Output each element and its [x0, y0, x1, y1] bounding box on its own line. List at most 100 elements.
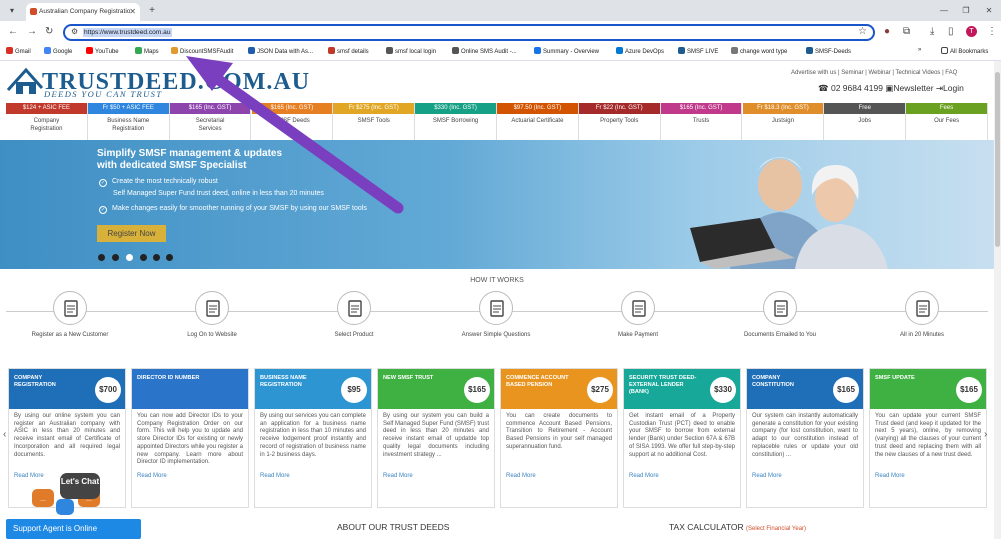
bookmark-item[interactable]: DiscountSMSFAudit [171, 47, 233, 55]
service-item[interactable]: Fees Our Fees [906, 103, 988, 140]
maximize-icon[interactable]: ❐ [959, 0, 973, 21]
read-more-link[interactable]: Read More [624, 473, 740, 479]
service-name: Business Name Registration [107, 118, 150, 132]
reload-icon[interactable]: ↻ [45, 24, 53, 40]
tax-calculator-heading: TAX CALCULATOR (Select Financial Year) [669, 522, 806, 532]
bookmark-star-icon[interactable]: ☆ [858, 26, 867, 37]
site-info-icon[interactable]: ⚙ [71, 27, 78, 36]
service-item[interactable]: $165 (Inc. GST) Trusts [660, 103, 743, 140]
browser-tab[interactable]: Australian Company Registratio ✕ [26, 3, 140, 21]
side-panel-icon[interactable]: ▯ [948, 24, 954, 40]
extensions-puzzle-icon[interactable]: ⧉ [903, 24, 910, 40]
product-card[interactable]: NEW SMSF TRUST $165 By using our system yo… [377, 368, 495, 508]
read-more-link[interactable]: Read More [501, 473, 617, 479]
card-header: DIRECTOR ID NUMBER [132, 369, 248, 409]
svg-text:...: ... [40, 496, 46, 503]
card-header: COMPANY REGISTRATION $700 [9, 369, 125, 409]
service-item[interactable]: $124 + ASIC FEE Company Registration [6, 103, 88, 140]
product-card[interactable]: SECURITY TRUST DEED-EXTERNAL LENDER (BAN… [623, 368, 741, 508]
bookmark-item[interactable]: Summary - Overview [534, 47, 599, 55]
bookmark-item[interactable]: smsf local login [386, 47, 436, 55]
all-bookmarks-button[interactable]: All Bookmarks [941, 47, 988, 55]
profile-avatar[interactable]: T [966, 26, 977, 37]
service-item[interactable]: $165 (Inc. GST) SMSF Deeds [251, 103, 334, 140]
bookmark-favicon-icon [534, 47, 541, 54]
how-step: Documents Emailed to You [740, 291, 820, 339]
register-now-button[interactable]: Register Now [97, 225, 166, 242]
bookmark-item[interactable]: change word type [731, 47, 787, 55]
carousel-dot[interactable] [166, 254, 173, 261]
read-more-link[interactable]: Read More [747, 473, 863, 479]
service-price: Fr $50 + ASIC FEE [87, 103, 169, 114]
service-item[interactable]: Fr $22 (Inc. GST) Property Tools [578, 103, 661, 140]
service-item[interactable]: Free Jobs [824, 103, 907, 140]
trustdeed-logo-icon [6, 67, 44, 94]
product-card[interactable]: COMPANY CONSTITUTION $165 Our system can i… [746, 368, 864, 508]
product-card[interactable]: SMSF UPDATE $165 You can update your curre… [869, 368, 987, 508]
bookmark-label: Maps [144, 49, 159, 55]
lets-chat-icon[interactable]: Let's Chat ... ... [30, 471, 120, 521]
how-step: Register as a New Customer [30, 291, 110, 339]
back-icon[interactable]: ← [8, 24, 18, 40]
download-icon[interactable]: ⤓ [930, 24, 934, 40]
phone-number[interactable]: 02 9684 4199 [831, 83, 883, 93]
close-tab-icon[interactable]: ✕ [129, 3, 136, 21]
bookmark-favicon-icon [171, 47, 178, 54]
carousel-dot[interactable] [140, 254, 147, 261]
carousel-dot[interactable] [98, 254, 105, 261]
carousel-dot[interactable] [112, 254, 119, 261]
carousel-dot-active[interactable] [126, 254, 133, 261]
product-card[interactable]: COMMENCE ACCOUNT BASED PENSION $275 You ca… [500, 368, 618, 508]
tax-year-select[interactable]: (Select Financial Year) [746, 526, 806, 532]
carousel-dot[interactable] [153, 254, 160, 261]
bookmark-item[interactable]: YouTube [86, 47, 119, 55]
product-card[interactable]: DIRECTOR ID NUMBER You can now add Direct… [131, 368, 249, 508]
tab-search-icon[interactable]: ▾ [6, 0, 18, 21]
web-page: TRUSTDEED.COM.AU DEEDS YOU CAN TRUST Adv… [0, 61, 994, 539]
carousel-next-icon[interactable]: › [984, 429, 987, 440]
service-item[interactable]: $330 (Inc. GST) SMSF Borrowing [415, 103, 497, 140]
url-text[interactable]: https://www.trustdeed.com.au [83, 28, 172, 37]
hero-bullet-1: ✓ Create the most technically robust [99, 178, 218, 187]
services-nav: $124 + ASIC FEE Company Registration Fr $5… [6, 103, 988, 140]
support-chat-button[interactable]: Support Agent is Online [6, 519, 141, 539]
read-more-link[interactable]: Read More [870, 473, 986, 479]
bookmark-favicon-icon [731, 47, 738, 54]
how-step-label: Select Product [334, 332, 374, 338]
bookmark-item[interactable]: SMSF-Deeds [806, 47, 851, 55]
newsletter-link[interactable]: Newsletter [893, 83, 933, 93]
service-name: Jobs [858, 118, 872, 124]
service-item[interactable]: Fr $275 (Inc. GST) SMSF Tools [333, 103, 416, 140]
bookmark-item[interactable]: Maps [135, 47, 159, 55]
bookmark-item[interactable]: SMSF LIVE [678, 47, 718, 55]
card-title: COMPANY REGISTRATION [14, 375, 56, 388]
close-window-icon[interactable]: ✕ [982, 0, 996, 21]
product-card[interactable]: BUSINESS NAME REGISTRATION $95 By using ou… [254, 368, 372, 508]
scrollbar-thumb[interactable] [995, 72, 1000, 247]
login-link[interactable]: Login [943, 83, 964, 93]
service-item[interactable]: Fr $18.3 (Inc. GST) Justsign [742, 103, 825, 140]
bookmark-favicon-icon [135, 47, 142, 54]
service-item[interactable]: Fr $50 + ASIC FEE Business Name Registrat… [87, 103, 170, 140]
new-tab-button[interactable]: + [146, 0, 158, 21]
forward-icon[interactable]: → [27, 24, 37, 40]
read-more-link[interactable]: Read More [378, 473, 494, 479]
extension-icon[interactable]: ● [884, 24, 890, 40]
read-more-link[interactable]: Read More [255, 473, 371, 479]
bookmark-item[interactable]: smsf details [328, 47, 369, 55]
carousel-prev-icon[interactable]: ‹ [3, 429, 6, 440]
bookmark-item[interactable]: Gmail [6, 47, 31, 55]
bookmark-item[interactable]: Azure DevOps [616, 47, 664, 55]
read-more-link[interactable]: Read More [132, 473, 248, 479]
minimize-icon[interactable]: — [937, 0, 951, 21]
top-links[interactable]: Advertise with us | Seminar | Webinar | … [791, 70, 957, 76]
menu-kebab-icon[interactable]: ⋮ [987, 24, 997, 40]
service-item[interactable]: $165 (Inc. GST) Secretarial Services [169, 103, 252, 140]
service-item[interactable]: $97.50 (Inc. GST) Actuarial Certificate [497, 103, 579, 140]
more-bookmarks-icon[interactable]: » [918, 47, 921, 53]
address-bar[interactable]: ⚙ https://www.trustdeed.com.au ☆ [63, 24, 875, 41]
bookmark-item[interactable]: JSON Data with As... [248, 47, 313, 55]
bookmark-item[interactable]: Google [44, 47, 72, 55]
service-name: Actuarial Certificate [511, 118, 564, 124]
bookmark-item[interactable]: Online SMS Audit -... [452, 47, 517, 55]
